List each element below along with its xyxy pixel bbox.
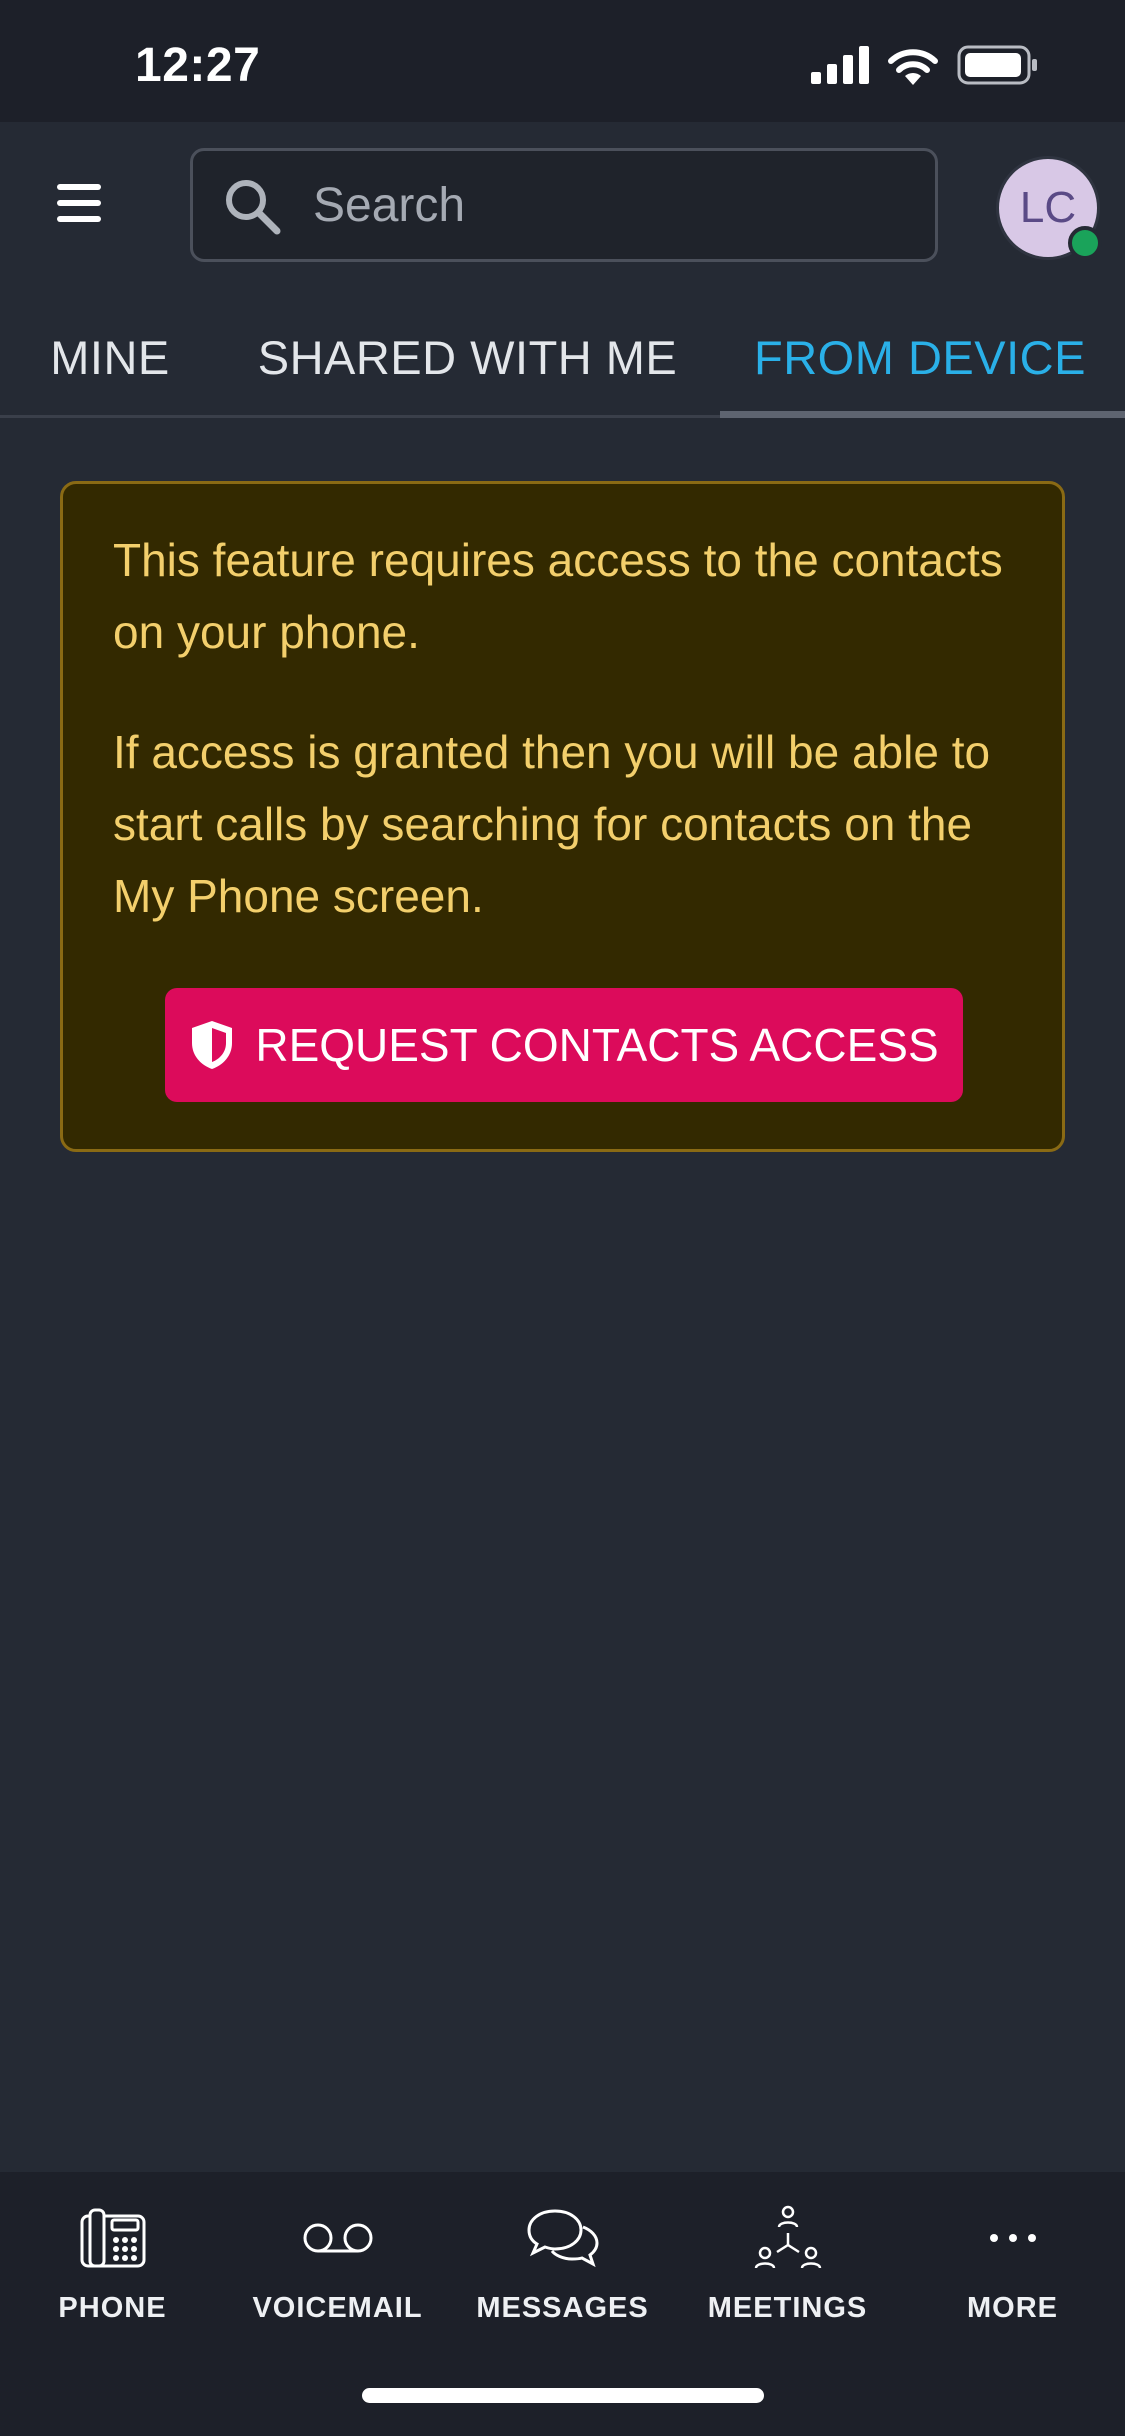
nav-phone[interactable]: PHONE: [0, 2172, 225, 2348]
home-indicator[interactable]: [362, 2388, 764, 2403]
nav-more[interactable]: MORE: [900, 2172, 1125, 2348]
tab-mine[interactable]: MINE: [20, 296, 200, 418]
tab-shared-with-me[interactable]: SHARED WITH ME: [250, 296, 685, 418]
app-header: LC: [0, 122, 1125, 296]
status-time: 12:27: [135, 39, 261, 92]
search-box[interactable]: [190, 148, 938, 262]
notice-paragraph-1: This feature requires access to the cont…: [113, 534, 1003, 658]
tab-from-device[interactable]: FROM DEVICE: [745, 296, 1095, 418]
signal-icon: [811, 46, 869, 84]
status-bar: 12:27: [0, 0, 1125, 122]
tab-label: FROM DEVICE: [754, 330, 1086, 384]
home-indicator-area: [0, 2348, 1125, 2436]
nav-label: MORE: [967, 2292, 1058, 2324]
notice-paragraph-2: If access is granted then you will be ab…: [113, 726, 991, 922]
shield-icon: [192, 1021, 233, 1069]
nav-voicemail[interactable]: VOICEMAIL: [225, 2172, 450, 2348]
tab-label: SHARED WITH ME: [257, 330, 678, 384]
hamburger-menu-icon: [57, 184, 101, 222]
nav-messages[interactable]: MESSAGES: [450, 2172, 675, 2348]
search-input[interactable]: [313, 169, 913, 241]
search-icon: [226, 180, 281, 235]
contacts-tabs: MINE SHARED WITH ME FROM DEVICE: [0, 296, 1125, 418]
contacts-permission-notice: This feature requires access to the cont…: [60, 481, 1065, 1152]
chat-bubbles-icon: [526, 2209, 599, 2268]
desk-phone-icon: [80, 2208, 145, 2268]
meeting-people-icon: [754, 2205, 821, 2269]
battery-icon: [957, 45, 1037, 85]
wifi-icon: [888, 49, 938, 85]
presence-status-dot: [1068, 226, 1102, 260]
nav-meetings[interactable]: MEETINGS: [675, 2172, 900, 2348]
voicemail-icon: [303, 2223, 372, 2253]
more-dots-icon: [989, 2234, 1036, 2242]
nav-label: MEETINGS: [707, 2292, 868, 2324]
tab-label: MINE: [50, 330, 170, 384]
nav-label: VOICEMAIL: [252, 2292, 423, 2324]
menu-button[interactable]: [48, 172, 110, 234]
avatar-initials: LC: [1019, 183, 1077, 232]
status-icons: [811, 44, 1039, 86]
nav-label: PHONE: [58, 2292, 167, 2324]
request-contacts-access-button[interactable]: REQUEST CONTACTS ACCESS: [165, 988, 963, 1102]
active-tab-underline: [720, 411, 1125, 418]
request-button-label: REQUEST CONTACTS ACCESS: [255, 1019, 939, 1071]
nav-label: MESSAGES: [476, 2292, 649, 2324]
bottom-navigation: PHONE VOICEMAIL MESSAGES MEETINGS MORE: [0, 2172, 1125, 2348]
